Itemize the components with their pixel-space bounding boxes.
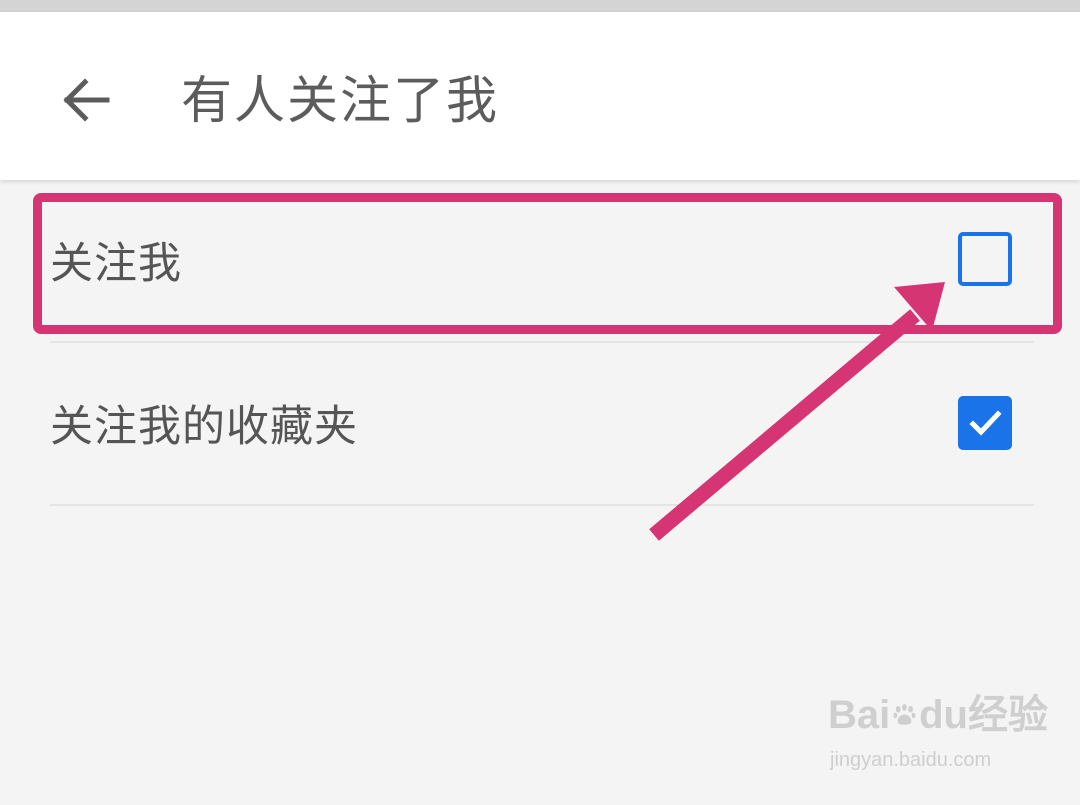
page-title: 有人关注了我 [181,72,500,131]
watermark-url: jingyan.baidu.com [830,749,992,771]
back-button[interactable] [50,64,122,136]
setting-row-follow-me[interactable]: 关注我 [0,180,1080,343]
setting-row-follow-my-collections[interactable]: 关注我的收藏夹 [0,343,1080,506]
watermark-brand-suffix: 经验 [968,693,1048,737]
follow-my-collections-checkbox[interactable] [958,396,1012,450]
baidu-jingyan-watermark: Bai du 经验 jingyan.baidu.com [828,690,1048,774]
follow-me-checkbox[interactable] [958,232,1012,286]
list-divider [50,504,1034,506]
status-bar-edge [0,0,1080,12]
arrow-left-icon [63,78,110,122]
watermark-brand-left: Bai [828,693,891,737]
setting-label: 关注我 [50,239,182,289]
setting-label: 关注我的收藏夹 [50,402,358,452]
paw-icon [893,703,916,725]
checkmark-icon [969,410,1002,436]
watermark-brand-right: du [919,693,968,737]
app-bar: 有人关注了我 [0,12,1080,180]
